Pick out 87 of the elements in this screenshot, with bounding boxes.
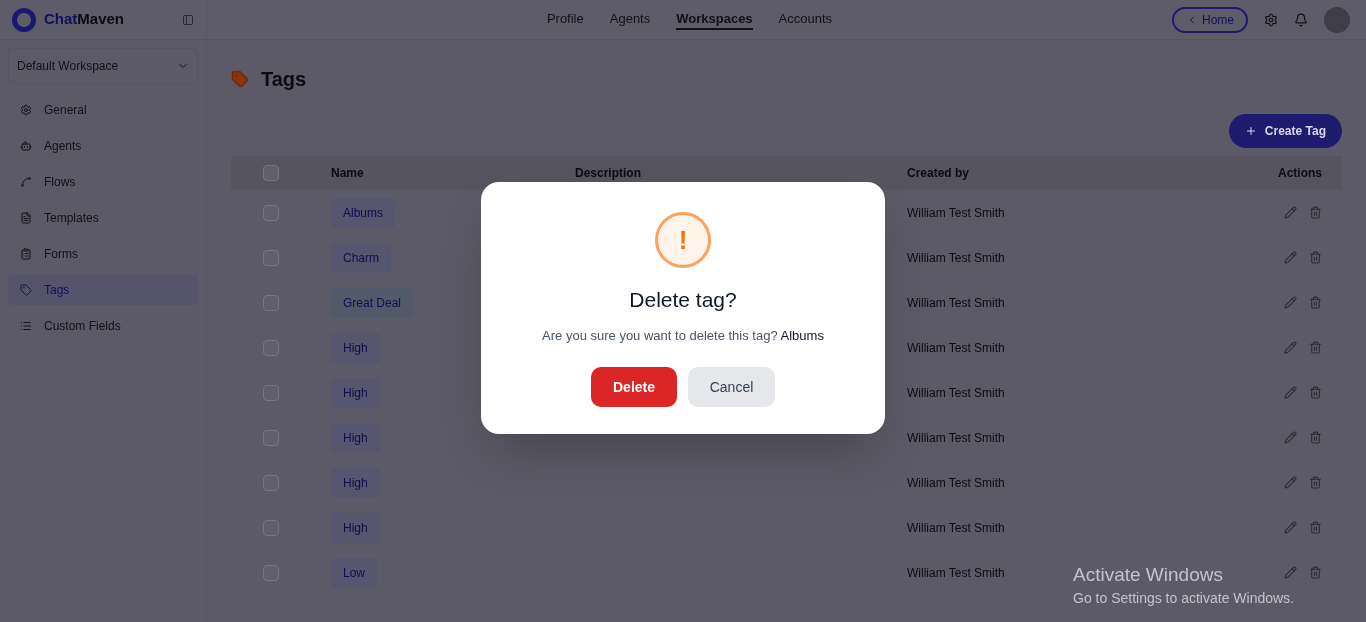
sidebar-item[interactable]: Custom Fields xyxy=(8,311,198,341)
trash-icon[interactable] xyxy=(1309,566,1322,579)
row-checkbox[interactable] xyxy=(263,384,279,401)
tag-icon xyxy=(20,284,32,296)
tag-chip: High xyxy=(331,377,380,408)
table-cell-text: William Test Smith xyxy=(907,339,1005,357)
column-header: Actions xyxy=(1278,165,1322,182)
table-cell-text: William Test Smith xyxy=(907,384,1005,402)
trash-icon[interactable] xyxy=(1309,521,1322,534)
activation-subtitle: Go to Settings to activate Windows. xyxy=(1073,589,1294,608)
row-checkbox[interactable] xyxy=(263,429,279,446)
tag-icon xyxy=(231,70,249,88)
robot-icon xyxy=(20,140,32,152)
avatar[interactable] xyxy=(1324,6,1350,33)
list-icon xyxy=(20,320,32,332)
trash-icon[interactable] xyxy=(1309,341,1322,354)
edit-icon[interactable] xyxy=(1284,206,1297,219)
gear-icon xyxy=(20,104,32,116)
row-checkbox[interactable] xyxy=(263,294,279,311)
logo-icon xyxy=(12,7,36,32)
home-button[interactable]: Home xyxy=(1172,6,1248,33)
edit-icon[interactable] xyxy=(1284,251,1297,264)
nav-tab[interactable]: Agents xyxy=(609,8,651,31)
row-checkbox[interactable] xyxy=(263,474,279,491)
edit-icon[interactable] xyxy=(1284,386,1297,399)
sidebar-item[interactable]: Flows xyxy=(8,167,198,197)
edit-icon[interactable] xyxy=(1284,521,1297,534)
settings-icon[interactable] xyxy=(1264,12,1278,27)
table-cell-text: William Test Smith xyxy=(907,204,1005,222)
trash-icon[interactable] xyxy=(1309,206,1322,219)
row-checkbox[interactable] xyxy=(263,204,279,221)
sidebar-item[interactable]: Templates xyxy=(8,203,198,233)
tag-chip: High xyxy=(331,512,380,543)
sidebar-item[interactable]: Tags xyxy=(8,275,198,305)
tag-chip: Great Deal xyxy=(331,287,414,318)
row-checkbox[interactable] xyxy=(263,249,279,266)
edit-icon[interactable] xyxy=(1284,476,1297,489)
sidebar-item[interactable]: Agents xyxy=(8,131,198,161)
trash-icon[interactable] xyxy=(1309,251,1322,264)
edit-icon[interactable] xyxy=(1284,431,1297,444)
row-checkbox[interactable] xyxy=(263,339,279,356)
edit-icon[interactable] xyxy=(1284,296,1297,309)
select-all-checkbox[interactable] xyxy=(263,165,279,181)
table-cell-text: William Test Smith xyxy=(907,249,1005,267)
dialog-message: Are you sure you want to delete this tag? Albums xyxy=(542,326,824,345)
column-header: Created by xyxy=(907,165,970,182)
nav-tab[interactable]: Workspaces xyxy=(676,8,753,31)
sidebar-item[interactable]: General xyxy=(8,95,198,125)
delete-button[interactable]: Delete xyxy=(591,367,677,407)
tag-chip: High xyxy=(331,332,380,363)
edit-icon[interactable] xyxy=(1284,566,1297,579)
sidebar-toggle-icon[interactable] xyxy=(182,13,194,26)
sidebar-item[interactable]: Forms xyxy=(8,239,198,269)
tag-chip: Charm xyxy=(331,242,391,273)
trash-icon[interactable] xyxy=(1309,296,1322,309)
row-checkbox[interactable] xyxy=(263,519,279,536)
cancel-button[interactable]: Cancel xyxy=(688,367,775,407)
nav-tab[interactable]: Accounts xyxy=(778,8,833,31)
table-cell-text: William Test Smith xyxy=(907,564,1005,582)
nav-tab[interactable]: Profile xyxy=(546,8,584,31)
column-header: Name xyxy=(331,165,364,182)
clipboard-icon xyxy=(20,248,32,260)
trash-icon[interactable] xyxy=(1309,476,1322,489)
page-title: Tags xyxy=(261,67,307,92)
brand-name: ChatMaven xyxy=(44,9,125,30)
table-cell-text: William Test Smith xyxy=(907,429,1005,447)
activation-title: Activate Windows xyxy=(1073,564,1223,586)
edit-icon[interactable] xyxy=(1284,341,1297,354)
bell-icon[interactable] xyxy=(1294,12,1308,27)
warning-icon: ! xyxy=(655,212,711,268)
table-cell-text: William Test Smith xyxy=(907,519,1005,537)
create-tag-button[interactable]: Create Tag xyxy=(1228,114,1342,148)
tag-chip: High xyxy=(331,467,380,498)
trash-icon[interactable] xyxy=(1309,386,1322,399)
tag-chip: Albums xyxy=(331,197,395,228)
tag-chip: Low xyxy=(331,557,377,588)
trash-icon[interactable] xyxy=(1309,431,1322,444)
document-icon xyxy=(20,212,32,224)
plus-icon xyxy=(1244,125,1257,137)
line-icon xyxy=(20,176,32,188)
column-header: Description xyxy=(575,165,641,182)
dialog-title: Delete tag? xyxy=(629,287,737,313)
workspace-select[interactable]: Default Workspace xyxy=(8,48,198,84)
table-cell-text: William Test Smith xyxy=(907,474,1005,492)
table-cell-text: William Test Smith xyxy=(907,294,1005,312)
row-checkbox[interactable] xyxy=(263,564,279,581)
tag-chip: High xyxy=(331,422,380,453)
